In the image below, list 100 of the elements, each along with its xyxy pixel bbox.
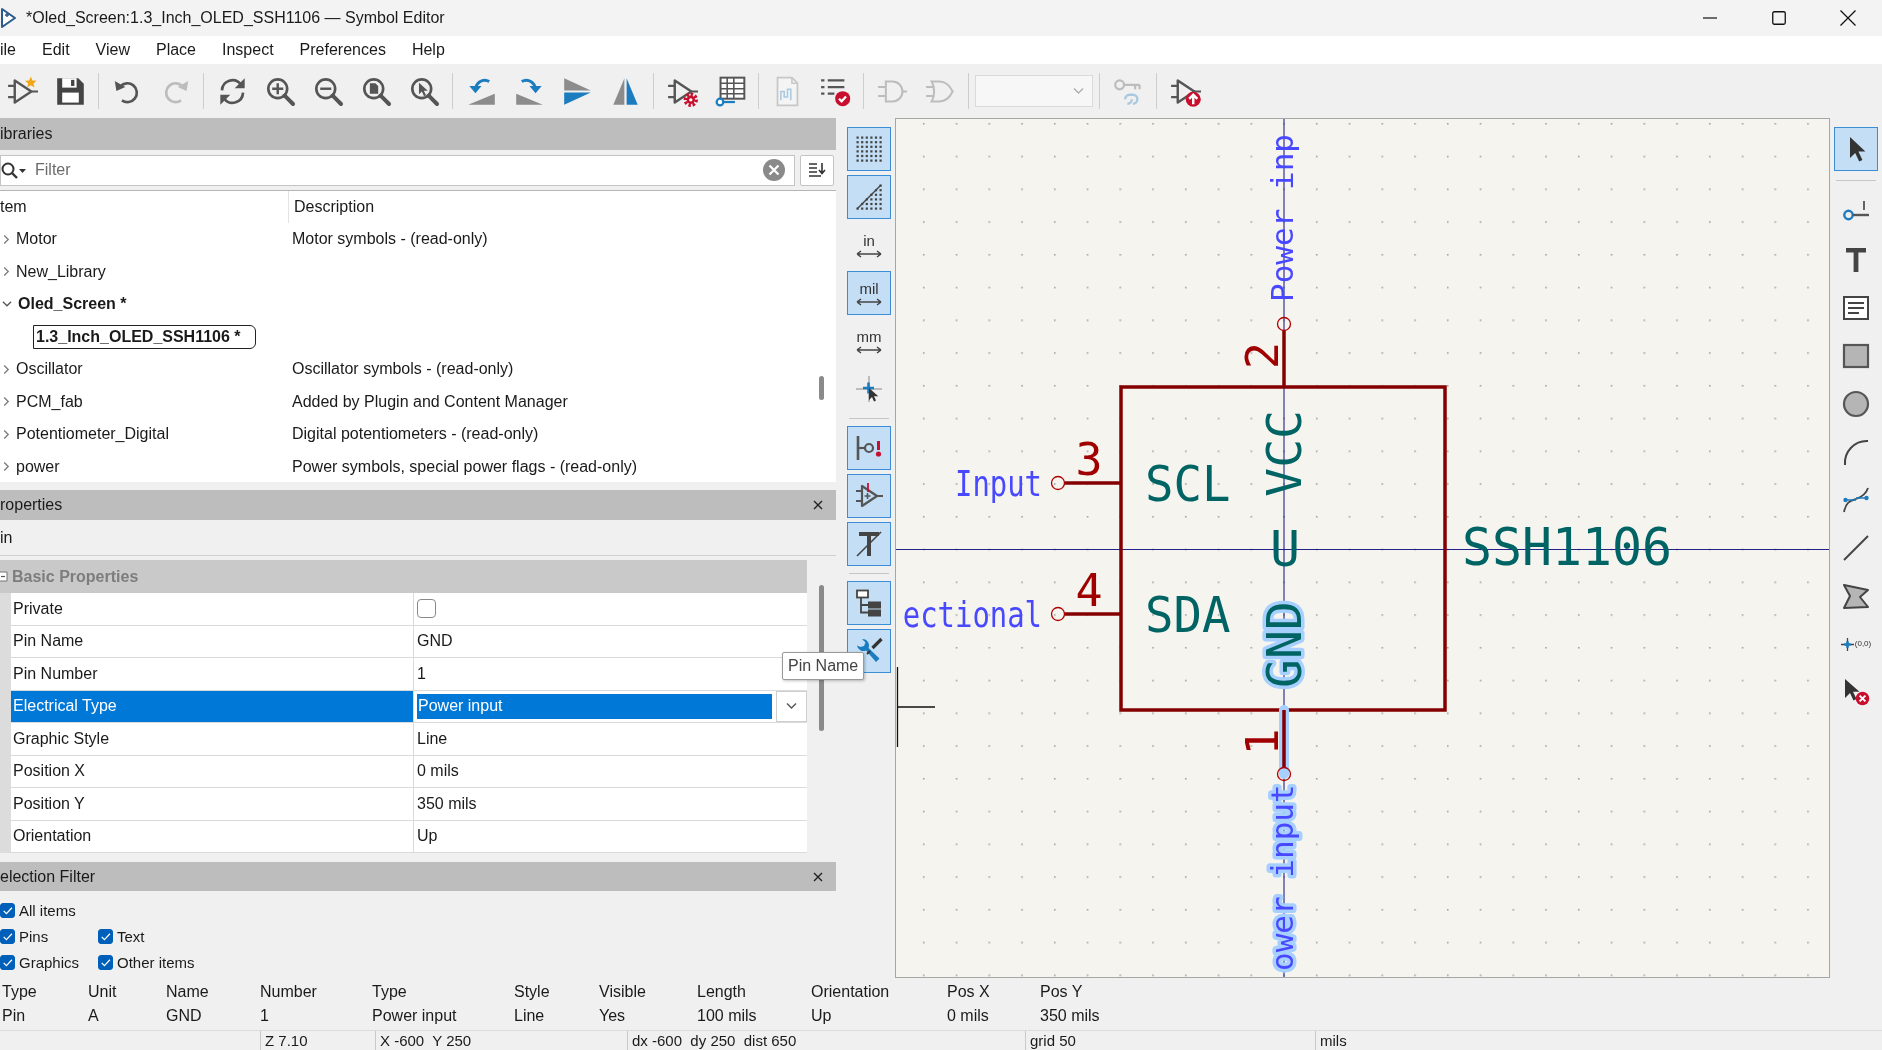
chevron-right-icon[interactable] [2,461,10,473]
text-strike-button[interactable] [847,522,891,566]
checkbox-label[interactable]: Pins [19,927,49,945]
chevron-right-icon[interactable] [2,396,10,408]
message-label: Pos X [947,982,991,1002]
filter-field[interactable]: Filter [0,154,795,186]
text-strike-icon [855,530,883,558]
minimize-icon [1702,17,1717,19]
property-name[interactable]: Orientation [11,820,414,853]
chevron-right-icon[interactable] [2,428,10,440]
tree-item-description: Digital potentiometers - (read-only) [291,425,539,444]
property-name[interactable]: Pin Name [11,625,414,658]
pin-name: GND [1256,601,1312,688]
property-name[interactable]: Position Y [11,788,414,821]
units-button[interactable]: mm [847,319,891,363]
pointer-button[interactable] [1834,127,1878,171]
search-icon [1,161,27,180]
tree-item[interactable]: Oscillator [16,360,83,379]
symbol-edit-icon [855,482,883,510]
property-name[interactable]: Electrical Type [11,690,414,723]
close-icon [1839,10,1856,26]
message-value: Yes [599,1006,627,1026]
object-type-label: in [0,528,13,547]
units-button[interactable]: in [847,223,891,267]
property-value: Up [414,820,807,853]
checkbox-label[interactable]: Graphics [19,953,80,971]
tree-item[interactable]: PCM_fab [16,392,83,411]
status-field: grid 50 [1030,1032,1076,1049]
tree-item[interactable]: New_Library [16,262,106,281]
menu-item[interactable]: Edit [29,36,83,64]
symbol-edit-button[interactable] [847,474,891,518]
menu-item[interactable]: Preferences [286,36,399,64]
dropdown-field[interactable]: Power input [417,693,772,719]
chevron-right-icon[interactable] [2,266,10,278]
pin-name: VCC [1256,410,1312,497]
property-name[interactable]: Pin Number [11,658,414,691]
grid-origin-button[interactable]: (0,0) [1834,622,1878,666]
message-value: Power input [372,1006,458,1026]
pin-type-button[interactable] [847,426,891,470]
table-icon [714,75,746,107]
status-field: Z 7.10 [265,1032,308,1049]
chevron-down-icon [786,701,797,712]
menu-item[interactable]: View [82,36,143,64]
group-title: Basic Properties [12,567,139,586]
checkbox[interactable] [417,599,436,619]
pin-type-icon [855,434,883,462]
window-title: *Oled_Screen:1.3_Inch_OLED_SSH1106 — Symbol Editor [26,9,445,27]
property-name[interactable]: Private [11,593,414,626]
property-name[interactable]: Position X [11,755,414,788]
message-label: Orientation [811,982,891,1002]
chevron-right-icon[interactable] [2,233,10,245]
sort-icon [808,162,826,178]
checkbox-label[interactable]: Text [117,927,145,945]
chevron-right-icon[interactable] [2,363,10,375]
tree-item[interactable]: power [16,457,60,476]
property-name[interactable]: Graphic Style [11,723,414,756]
checkbox-label[interactable]: Other items [117,953,195,971]
tree-item[interactable]: 1.3_Inch_OLED_SSH1106 * [33,324,256,349]
bezier-icon [1842,486,1870,514]
checkbox-label[interactable]: All items [19,901,76,919]
rectangle-icon [1842,342,1870,370]
close-button[interactable] [812,499,824,511]
checkbox[interactable] [0,954,15,970]
checkbox[interactable] [0,902,15,918]
scrollbar-thumb[interactable] [818,376,824,400]
checkbox[interactable] [0,928,15,944]
message-label: Number [260,982,318,1002]
double-arrow-icon [856,297,882,306]
message-value: Line [514,1006,546,1026]
sort-button[interactable] [800,154,834,186]
menu-item[interactable]: Inspect [209,36,287,64]
tree-item[interactable]: Motor [16,230,57,249]
checkmark-icon [1,904,14,916]
zoom-selection-icon [408,75,440,107]
menu-item[interactable]: Help [398,36,458,64]
collapse-icon[interactable] [0,571,8,582]
hierarchy-button[interactable] [847,581,891,625]
message-label: Unit [88,982,118,1002]
message-value: GND [166,1006,203,1026]
pin-type-label: ectional [902,595,1072,635]
pin-number: 2 [1236,341,1289,370]
message-label: Style [514,982,551,1002]
message-value: 0 mils [947,1006,990,1026]
line-icon [1842,534,1870,562]
grid-override-button[interactable] [847,175,891,219]
grid-dots-button[interactable] [847,127,891,171]
menu-item[interactable]: Place [143,36,209,64]
checkmark-icon [99,956,112,968]
tree-item[interactable]: Potentiometer_Digital [16,425,169,444]
property-value: 0 mils [414,755,807,788]
pin-number: 3 [1075,433,1103,486]
units-button[interactable]: mil [847,271,891,315]
message-label: Pos Y [1040,982,1084,1002]
property-value: 350 mils [414,788,807,821]
tree-item[interactable]: Oled_Screen * [18,295,127,314]
close-button[interactable] [812,870,824,883]
menu-item[interactable]: ile [0,36,29,64]
status-field: X -600 Y 250 [380,1032,472,1049]
checkbox[interactable] [98,928,113,944]
checkbox[interactable] [98,954,113,970]
